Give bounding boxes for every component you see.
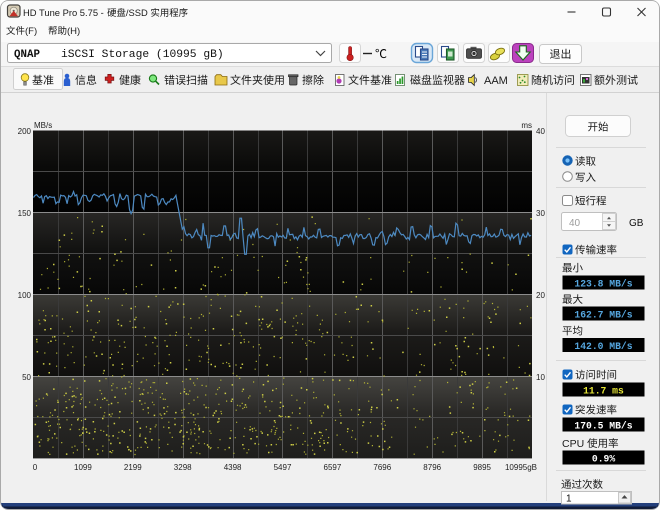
svg-text:200: 200 [18, 127, 32, 136]
svg-text:7696: 7696 [373, 463, 391, 472]
svg-text:10995gB: 10995gB [505, 463, 537, 472]
svg-text:20: 20 [536, 291, 545, 300]
svg-text:142.0 MB/s: 142.0 MB/s [574, 341, 632, 352]
svg-text:123.8 MB/s: 123.8 MB/s [574, 279, 632, 290]
svg-text:0: 0 [33, 463, 38, 472]
svg-text:1099: 1099 [74, 463, 92, 472]
svg-text:MB/s: MB/s [34, 121, 52, 130]
svg-text:ms: ms [521, 121, 532, 130]
svg-text:50: 50 [22, 373, 31, 382]
svg-text:11.7 ms: 11.7 ms [583, 386, 624, 397]
svg-text:(H): (H) [67, 26, 80, 37]
svg-text:40: 40 [536, 127, 545, 136]
svg-text:1: 1 [566, 494, 572, 505]
svg-text:CPU: CPU [562, 438, 584, 450]
svg-text:30: 30 [536, 209, 545, 218]
svg-text:AAM: AAM [484, 75, 508, 87]
svg-text:9895: 9895 [473, 463, 491, 472]
svg-text:GB: GB [629, 218, 644, 229]
svg-text:150: 150 [18, 209, 32, 218]
svg-text:QNAP: QNAP [14, 49, 40, 61]
svg-text:10: 10 [536, 373, 545, 382]
svg-text:100: 100 [18, 291, 32, 300]
svg-text:3298: 3298 [174, 463, 192, 472]
svg-text:iSCSI Storage (10995 gB): iSCSI Storage (10995 gB) [61, 49, 224, 61]
svg-text:/SSD: /SSD [126, 7, 148, 18]
svg-text:5497: 5497 [274, 463, 292, 472]
svg-text:162.7 MB/s: 162.7 MB/s [574, 310, 632, 321]
svg-text:40: 40 [569, 218, 581, 229]
svg-text:8796: 8796 [423, 463, 441, 472]
svg-text:2199: 2199 [124, 463, 142, 472]
svg-text:170.5 MB/s: 170.5 MB/s [574, 421, 632, 432]
svg-text:HD Tune Pro 5.75 -: HD Tune Pro 5.75 - [23, 7, 104, 18]
svg-text:6597: 6597 [324, 463, 342, 472]
svg-text:(F): (F) [25, 26, 37, 37]
svg-text:4398: 4398 [224, 463, 242, 472]
svg-text:0.9%: 0.9% [592, 454, 615, 465]
